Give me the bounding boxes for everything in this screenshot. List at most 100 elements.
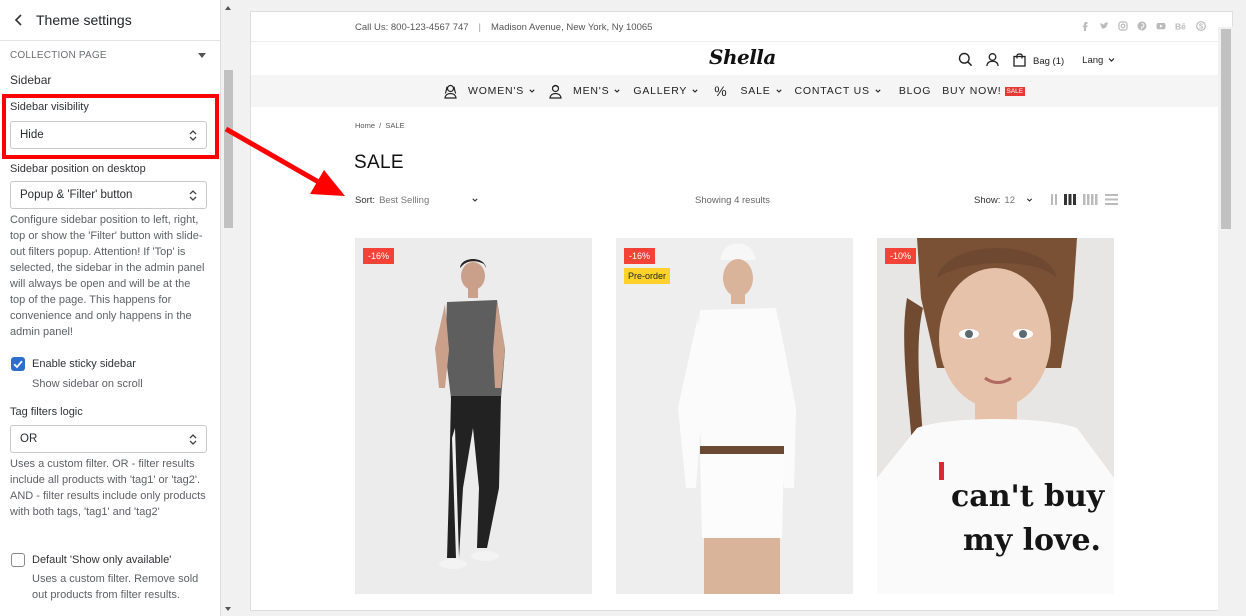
header-icons: Bag (1) Lang xyxy=(958,52,1115,67)
man-icon xyxy=(549,84,562,99)
woman-icon xyxy=(444,84,457,99)
nav-mens-label: MEN'S xyxy=(573,85,610,97)
collection-toolbar: Sort: Best Selling Showing 4 results Show… xyxy=(355,194,1118,209)
only-available-sub: Uses a custom filter. Remove sold out pr… xyxy=(32,573,199,601)
nav-sale[interactable]: SALE xyxy=(740,85,782,97)
sort-value: Best Selling xyxy=(379,195,430,206)
store-header: Shella Bag (1) Lang xyxy=(251,43,1218,75)
product-card[interactable]: can't buy my love. -10% xyxy=(877,238,1114,594)
nav-womens[interactable]: WOMEN'S xyxy=(468,85,535,97)
grid-view-switch xyxy=(1051,194,1118,205)
store-contact-info: Call Us: 800-123-4567 747 | Madison Aven… xyxy=(355,22,652,33)
discount-badge: -16% xyxy=(363,248,395,264)
store-address: Madison Avenue, New York, Ny 10065 xyxy=(491,22,653,33)
nav-mens[interactable]: MEN'S xyxy=(573,85,620,97)
nav-womens-label: WOMEN'S xyxy=(468,85,525,97)
panel-scroll-thumb[interactable] xyxy=(224,70,233,228)
bag-label: Bag (1) xyxy=(1033,55,1065,67)
search-icon[interactable] xyxy=(958,52,973,67)
tag-logic-value: OR xyxy=(20,433,38,445)
pinterest-icon[interactable] xyxy=(1137,21,1147,31)
sale-badge: SALE xyxy=(1004,86,1026,96)
sticky-sidebar-checkbox[interactable] xyxy=(11,357,25,371)
section-collection-page[interactable]: COLLECTION PAGE xyxy=(0,42,220,68)
preview-scrollbar[interactable] xyxy=(1218,27,1233,611)
preview-scroll-thumb[interactable] xyxy=(1221,29,1231,229)
svg-text:my love.: my love. xyxy=(963,523,1101,558)
product-image xyxy=(616,238,853,594)
show-label: Show: xyxy=(974,195,1001,206)
list-view-icon[interactable] xyxy=(1105,194,1118,205)
sidebar-position-value: Popup & 'Filter' button xyxy=(20,189,133,201)
sort-dropdown[interactable]: Sort: Best Selling xyxy=(355,195,429,206)
breadcrumb[interactable]: Home / SALE xyxy=(355,121,405,130)
scroll-down-icon[interactable] xyxy=(225,607,231,611)
store-phone: Call Us: 800-123-4567 747 xyxy=(355,22,469,33)
store-preview: Call Us: 800-123-4567 747 | Madison Aven… xyxy=(250,11,1233,611)
tag-logic-select[interactable]: OR xyxy=(10,425,207,453)
back-arrow-icon[interactable] xyxy=(12,13,26,27)
percent-icon: % xyxy=(714,83,728,99)
nav-contact[interactable]: CONTACT US xyxy=(795,85,881,97)
theme-settings-panel: Theme settings COLLECTION PAGE Sidebar S… xyxy=(0,0,221,616)
facebook-icon[interactable] xyxy=(1080,21,1090,31)
results-count: Showing 4 results xyxy=(695,195,770,206)
twitter-icon[interactable] xyxy=(1099,21,1109,31)
product-card[interactable]: -16% xyxy=(355,238,592,594)
svg-text:Bē: Bē xyxy=(1175,22,1186,32)
chevron-down-icon xyxy=(1026,198,1032,202)
chevron-down-icon xyxy=(614,89,620,93)
instagram-icon[interactable] xyxy=(1118,21,1128,31)
chevron-down-icon xyxy=(775,89,782,93)
checkmark-icon xyxy=(13,360,23,369)
only-available-checkbox[interactable] xyxy=(11,553,25,567)
sidebar-position-help: Configure sidebar position to left, righ… xyxy=(10,214,205,338)
nav-gallery-label: GALLERY xyxy=(633,85,688,97)
nav-blog-label: BLOG xyxy=(898,85,932,97)
lang-label: Lang xyxy=(1082,54,1104,66)
panel-header: Theme settings xyxy=(0,0,220,41)
product-image xyxy=(355,238,592,594)
user-icon[interactable] xyxy=(985,52,1000,67)
nav-blog[interactable]: BLOG xyxy=(899,85,931,97)
product-card[interactable]: -16% Pre-order xyxy=(616,238,853,594)
sticky-sidebar-label: Enable sticky sidebar xyxy=(32,358,136,370)
caret-down-icon xyxy=(198,52,206,58)
sticky-sidebar-sub: Show sidebar on scroll xyxy=(32,378,143,390)
chevron-down-icon xyxy=(692,89,698,93)
show-value: 12 xyxy=(1004,195,1015,206)
section-label: COLLECTION PAGE xyxy=(10,49,107,61)
grid-4-icon[interactable] xyxy=(1083,194,1098,205)
product-image: can't buy my love. xyxy=(877,238,1114,594)
youtube-icon[interactable] xyxy=(1156,21,1166,31)
nav-buy-now[interactable]: BUY NOW! SALE xyxy=(942,85,1026,97)
store-topbar: Call Us: 800-123-4567 747 | Madison Aven… xyxy=(251,12,1218,42)
social-links: Bē xyxy=(1080,21,1206,31)
page-title: SALE xyxy=(354,152,404,173)
highlight-box xyxy=(2,94,219,159)
scroll-up-icon[interactable] xyxy=(225,6,231,10)
sort-label: Sort: xyxy=(355,195,376,206)
panel-scrollbar[interactable] xyxy=(222,0,235,616)
grid-2-icon[interactable] xyxy=(1051,194,1057,205)
sidebar-position-select[interactable]: Popup & 'Filter' button xyxy=(10,181,207,209)
lang-selector[interactable]: Lang xyxy=(1082,55,1115,66)
discount-badge: -16% xyxy=(624,248,656,264)
bag-link[interactable]: Bag (1) xyxy=(1012,52,1064,67)
shopping-bag-icon xyxy=(1013,53,1026,67)
only-available-label: Default 'Show only available' xyxy=(32,554,172,566)
chevron-down-icon xyxy=(472,198,478,202)
nav-gallery[interactable]: GALLERY xyxy=(633,85,698,97)
store-logo[interactable]: Shella xyxy=(709,45,776,69)
tag-logic-label: Tag filters logic xyxy=(10,406,83,418)
skype-icon[interactable] xyxy=(1196,21,1206,31)
behance-icon[interactable]: Bē xyxy=(1175,21,1187,32)
discount-badge: -10% xyxy=(885,248,917,264)
show-per-page[interactable]: Show: 12 xyxy=(974,195,1033,206)
sidebar-heading: Sidebar xyxy=(10,73,52,87)
grid-3-icon[interactable] xyxy=(1064,194,1076,205)
svg-text:can't buy: can't buy xyxy=(951,479,1106,514)
select-arrows-icon xyxy=(189,434,197,445)
nav-contact-label: CONTACT US xyxy=(794,85,870,97)
chevron-down-icon xyxy=(1108,58,1115,62)
